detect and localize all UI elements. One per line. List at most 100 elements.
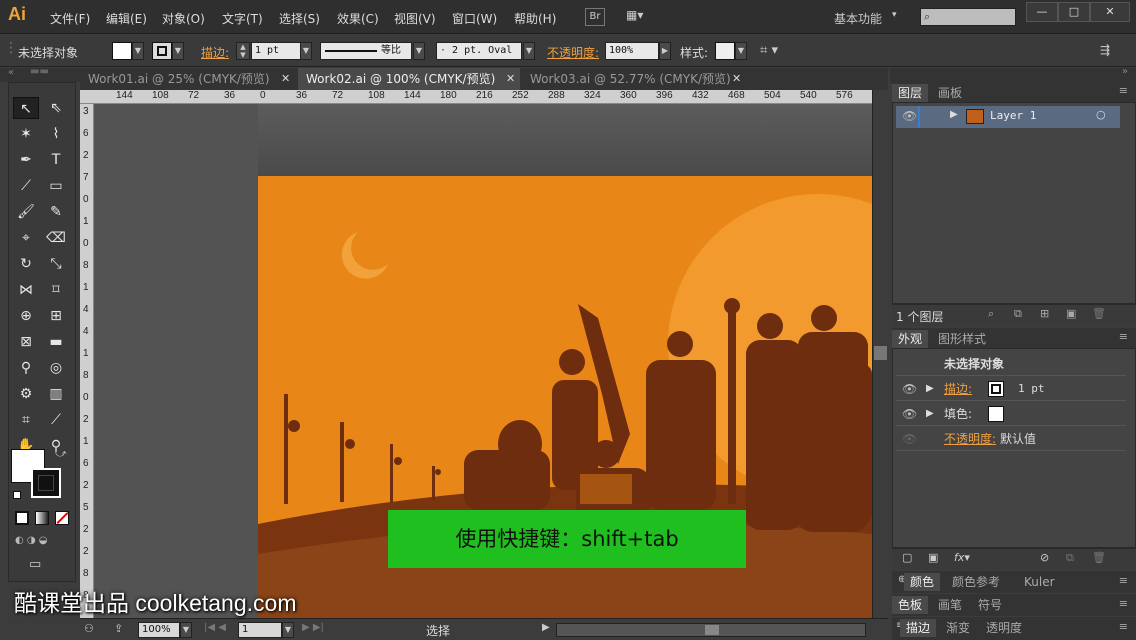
free-transform-tool-icon[interactable]: ⌑ [43,279,69,301]
shape-builder-tool-icon[interactable]: ⊕ [13,305,39,327]
graphic-style-dropdown[interactable]: ▼ [735,42,747,60]
duplicate-item-icon[interactable]: ⧉ [1066,551,1074,565]
clear-appearance-icon[interactable]: ⊘ [1040,551,1049,564]
none-mode-icon[interactable] [55,511,69,525]
eye-icon[interactable]: 👁 [902,377,917,401]
appearance-opacity-row[interactable]: 👁 不透明度: 默认值 [896,427,1126,451]
close-tab-icon[interactable]: ✕ [281,72,290,85]
type-tool-icon[interactable]: T [43,149,69,171]
delete-icon[interactable]: 🗑 [1092,307,1106,320]
close-tab-icon[interactable]: ✕ [732,72,741,85]
tab-work03[interactable]: Work03.ai @ 52.77% (CMYK/预览) [522,68,750,90]
menu-type[interactable]: 文字(T) [222,10,263,27]
add-stroke-icon[interactable]: ▢ [902,551,912,564]
lasso-tool-icon[interactable]: ⌇ [43,123,69,145]
draw-modes-icon[interactable]: ◐ ◑ ◒ [15,535,71,549]
tab-color-guide[interactable]: 颜色参考 [946,573,1006,591]
tab-color[interactable]: 颜色 [904,573,941,591]
arrange-documents-icon[interactable]: ▦▾ [626,8,654,26]
collapse-icon[interactable]: « [8,67,14,78]
tab-work02[interactable]: Work02.ai @ 100% (CMYK/预览) [298,68,520,90]
menu-window[interactable]: 窗口(W) [452,10,497,27]
expand-triangle-icon[interactable]: ▶ [950,109,958,120]
rotate-tool-icon[interactable]: ↻ [13,253,39,275]
tab-symbols[interactable]: 符号 [972,596,1008,614]
add-fill-icon[interactable]: ▣ [928,551,938,564]
stroke-color-box[interactable] [31,468,61,498]
status-arrow-icon[interactable]: ▶ [542,622,550,633]
brush-dropdown[interactable]: ▼ [523,42,535,60]
stroke-swatch[interactable] [152,42,172,60]
clipping-mask-icon[interactable]: ⧉ [1014,307,1022,321]
bridge-button[interactable]: Br [585,8,605,26]
magic-wand-tool-icon[interactable]: ✶ [13,123,39,145]
tab-graphic-styles[interactable]: 图形样式 [932,330,992,348]
scale-tool-icon[interactable]: ⤡ [43,253,69,275]
eye-icon[interactable]: 👁 [902,109,917,123]
next-page-icon[interactable]: ▶ ▶| [302,622,324,633]
eye-icon[interactable]: 👁 [902,402,917,426]
expand-triangle-icon[interactable]: ▶ [926,402,934,426]
tab-stroke[interactable]: 描边 [900,619,937,637]
eraser-tool-icon[interactable]: ⌫ [43,227,69,249]
width-tool-icon[interactable]: ⋈ [13,279,39,301]
status-menu-icon[interactable]: ⚇ [84,622,94,635]
panel-menu-icon[interactable]: ≡ [1119,597,1128,610]
tab-swatches[interactable]: 色板 [892,596,929,614]
maximize-button[interactable]: □ [1058,2,1090,22]
eye-icon[interactable]: 👁 [902,427,917,451]
workspace-switcher[interactable]: 基本功能 [834,10,882,27]
panel-menu-icon[interactable]: ⇶ [1100,43,1110,57]
menu-object[interactable]: 对象(O) [162,10,205,27]
pen-tool-icon[interactable]: ✒ [13,149,39,171]
panel-menu-icon[interactable]: ≡ [1119,574,1128,587]
opacity-label[interactable]: 不透明度: [547,44,599,61]
document-setup-icon[interactable]: ⌗ ▾ [760,43,778,58]
expand-triangle-icon[interactable]: ▶ [926,377,934,401]
menu-help[interactable]: 帮助(H) [514,10,556,27]
opacity-input[interactable]: 100% [605,42,659,60]
blob-brush-tool-icon[interactable]: ⌖ [13,227,39,249]
delete-icon[interactable]: 🗑 [1092,551,1106,564]
artboard-tool-icon[interactable]: ⌗ [13,409,39,431]
tab-appearance[interactable]: 外观 [892,330,929,348]
fill-dropdown[interactable]: ▼ [132,42,144,60]
menu-select[interactable]: 选择(S) [279,10,320,27]
appearance-stroke-row[interactable]: 👁 ▶ 描边: 1 pt [896,377,1126,401]
paintbrush-tool-icon[interactable]: 🖌 [13,201,39,223]
scrollbar-thumb[interactable] [705,625,719,635]
tab-transparency[interactable]: 透明度 [980,619,1028,637]
stroke-label[interactable]: 描边: [201,44,229,61]
stroke-weight-dropdown[interactable]: ▼ [300,42,312,60]
column-graph-tool-icon[interactable]: ▥ [43,383,69,405]
horizontal-scrollbar[interactable] [556,623,866,637]
tab-artboards[interactable]: 画板 [932,84,968,102]
menu-view[interactable]: 视图(V) [394,10,436,27]
line-tool-icon[interactable]: ⟋ [13,175,39,197]
export-icon[interactable]: ⇪ [114,622,123,635]
menu-file[interactable]: 文件(F) [50,10,90,27]
horizontal-ruler[interactable]: 144 108 72 36 0 36 72 108 144 180 216 252 288 324 360 3… [80,90,872,104]
appearance-fill-row[interactable]: 👁 ▶ 填色: [896,402,1126,426]
rectangle-tool-icon[interactable]: ▭ [43,175,69,197]
direct-selection-tool-icon[interactable]: ⇖ [43,97,69,119]
close-window-button[interactable]: ✕ [1090,2,1130,22]
artboard-number-input[interactable]: 1 [238,622,282,638]
graphic-style-swatch[interactable] [715,42,735,60]
screen-mode-icon[interactable]: ▭ [29,557,53,575]
fill-swatch[interactable] [988,406,1004,422]
new-sublayer-icon[interactable]: ⊞ [1040,307,1049,320]
variable-width-profile[interactable]: 等比 [320,42,412,60]
collapse-icon[interactable]: » [1122,66,1128,77]
stroke-dropdown[interactable]: ▼ [172,42,184,60]
locate-object-icon[interactable]: ⌕ [988,307,994,321]
default-colors-icon[interactable] [13,491,21,499]
tab-kuler[interactable]: Kuler [1018,573,1061,591]
perspective-grid-tool-icon[interactable]: ⊞ [43,305,69,327]
gradient-tool-icon[interactable]: ▬ [43,331,69,353]
zoom-level-input[interactable]: 100% [138,622,180,638]
vertical-ruler[interactable]: 36270108144180216252288 [80,104,94,618]
opacity-dropdown[interactable]: ▶ [659,42,671,60]
pencil-tool-icon[interactable]: ✎ [43,201,69,223]
new-layer-icon[interactable]: ▣ [1066,307,1076,320]
